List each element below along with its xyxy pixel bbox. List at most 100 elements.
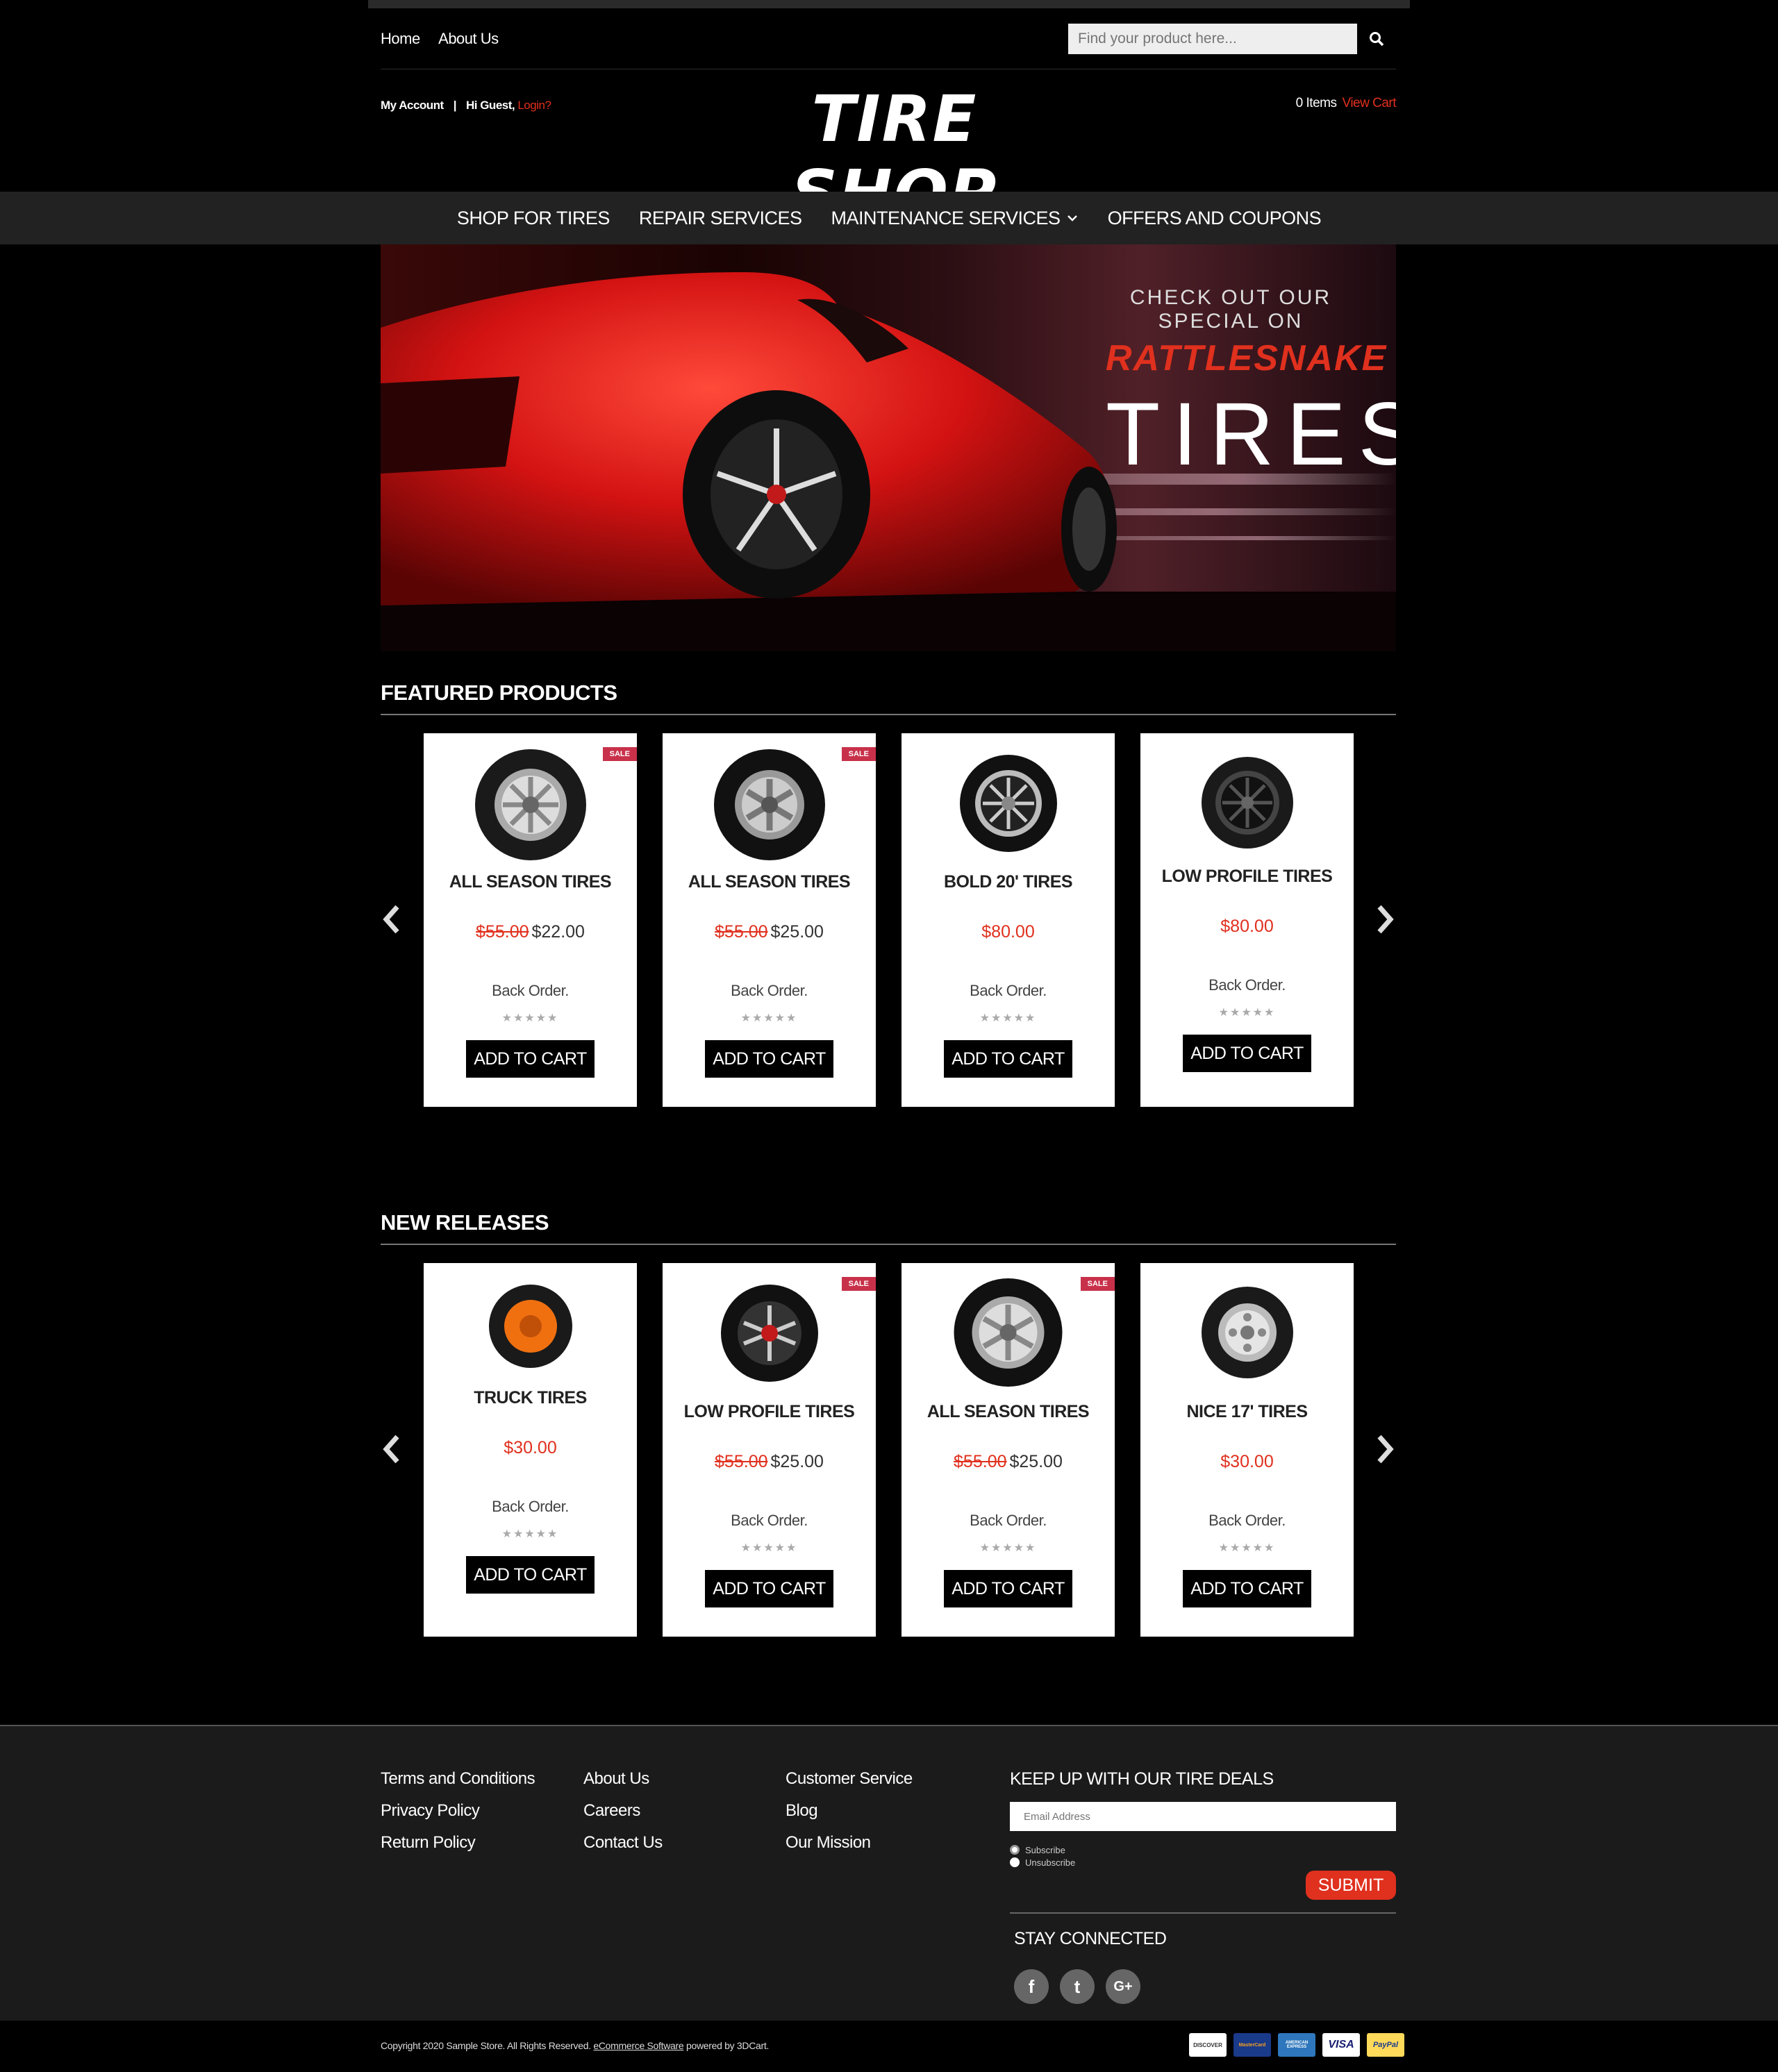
old-price: $55.00 (715, 1452, 768, 1471)
product-name[interactable]: ALL SEASON TIRES (424, 872, 637, 892)
newsletter-title: KEEP UP WITH OUR TIRE DEALS (1010, 1769, 1274, 1789)
add-to-cart-button[interactable]: ADD TO CART (705, 1570, 833, 1607)
banner-line3: TIRES (1106, 385, 1396, 484)
product-name[interactable]: ALL SEASON TIRES (902, 1402, 1115, 1422)
product-name[interactable]: LOW PROFILE TIRES (1140, 867, 1354, 887)
discover-icon: DISCOVER (1189, 2033, 1227, 2057)
sale-badge: SALE (602, 747, 637, 761)
chevron-left-icon[interactable] (381, 904, 401, 935)
nav-repair-services[interactable]: REPAIR SERVICES (639, 208, 802, 229)
product-cards: SALE ALL SEASON TIRES $55.00 $22.00 Back … (424, 733, 1379, 1107)
tire-image (720, 1285, 818, 1382)
email-field[interactable] (1010, 1802, 1396, 1831)
main-nav: SHOP FOR TIRES REPAIR SERVICES MAINTENAN… (0, 192, 1778, 244)
footer-link-contact[interactable]: Contact Us (583, 1833, 663, 1853)
top-bar: Home About Us (381, 8, 1396, 69)
subscribe-radio[interactable]: Subscribe (1010, 1844, 1396, 1856)
footer-link-terms[interactable]: Terms and Conditions (381, 1769, 535, 1789)
stock-status: Back Order. (492, 982, 569, 999)
home-link[interactable]: Home (381, 30, 420, 47)
sale-badge: SALE (1080, 1277, 1115, 1291)
add-to-cart-button[interactable]: ADD TO CART (466, 1556, 595, 1594)
product-price: $30.00 (424, 1438, 637, 1458)
product-card[interactable]: SALE ALL SEASON TIRES $55.00 $25.00 Back … (902, 1263, 1115, 1637)
footer-link-careers[interactable]: Careers (583, 1801, 663, 1821)
footer-column-support: Customer Service Blog Our Mission (786, 1769, 913, 1865)
old-price: $55.00 (476, 922, 529, 942)
payment-methods: DISCOVER MasterCard AMERICAN EXPRESS VIS… (1182, 2033, 1404, 2057)
product-card[interactable]: SALE LOW PROFILE TIRES $55.00 $25.00 Back… (663, 1263, 876, 1637)
rating-stars: ★★★★★ (1218, 1007, 1276, 1019)
footer-link-privacy[interactable]: Privacy Policy (381, 1801, 535, 1821)
submit-button[interactable]: SUBMIT (1306, 1871, 1396, 1900)
add-to-cart-button[interactable]: ADD TO CART (944, 1040, 1072, 1078)
search-button[interactable] (1357, 24, 1396, 54)
twitter-icon[interactable]: t (1060, 1969, 1095, 2004)
newsletter: KEEP UP WITH OUR TIRE DEALS Subscribe Un… (1010, 1769, 1396, 2004)
tire-image (1201, 757, 1293, 849)
social-links: f t G+ (1014, 1969, 1152, 2004)
chevron-left-icon[interactable] (381, 1434, 401, 1464)
nav-offers-and-coupons[interactable]: OFFERS AND COUPONS (1108, 208, 1322, 229)
add-to-cart-button[interactable]: ADD TO CART (1183, 1570, 1311, 1607)
stock-status: Back Order. (1208, 1512, 1286, 1529)
view-cart-link[interactable]: View Cart (1342, 96, 1396, 110)
tire-image (1201, 1287, 1293, 1378)
price: $80.00 (1220, 917, 1274, 936)
search-input[interactable] (1068, 23, 1357, 54)
footer-link-return[interactable]: Return Policy (381, 1833, 535, 1853)
facebook-icon[interactable]: f (1014, 1969, 1049, 2004)
product-name[interactable]: TRUCK TIRES (424, 1388, 637, 1408)
product-name[interactable]: LOW PROFILE TIRES (663, 1402, 876, 1422)
nav-label: REPAIR SERVICES (638, 207, 802, 228)
product-name[interactable]: BOLD 20' TIRES (902, 872, 1115, 892)
add-to-cart-button[interactable]: ADD TO CART (944, 1570, 1072, 1607)
radio-label: Subscribe (1025, 1844, 1065, 1855)
price: $80.00 (981, 922, 1035, 942)
rating-stars: ★★★★★ (979, 1542, 1037, 1554)
stock-status: Back Order. (731, 982, 808, 999)
about-us-link[interactable]: About Us (438, 30, 499, 47)
unsubscribe-radio[interactable]: Unsubscribe (1010, 1856, 1396, 1869)
add-to-cart-button[interactable]: ADD TO CART (1183, 1035, 1311, 1072)
stock-status: Back Order. (970, 1512, 1047, 1529)
add-to-cart-button[interactable]: ADD TO CART (466, 1040, 595, 1078)
ecommerce-software-link[interactable]: eCommerce Software (593, 2040, 683, 2051)
product-card[interactable]: SALE ALL SEASON TIRES $55.00 $25.00 Back … (663, 733, 876, 1107)
featured-carousel: SALE ALL SEASON TIRES $55.00 $22.00 Back … (381, 733, 1396, 1108)
subscribe-options: Subscribe Unsubscribe (1010, 1844, 1396, 1869)
login-link[interactable]: Login? (517, 99, 551, 112)
product-card[interactable]: SALE ALL SEASON TIRES $55.00 $22.00 Back … (424, 733, 637, 1107)
visa-icon: VISA (1322, 2033, 1360, 2057)
tire-image (474, 749, 586, 860)
radio-dot (1010, 1857, 1020, 1867)
sale-price: $22.00 (531, 922, 585, 942)
tire-image (713, 749, 825, 860)
product-card[interactable]: BOLD 20' TIRES $80.00 Back Order. ★★★★★ … (902, 733, 1115, 1107)
sale-price: $25.00 (1009, 1452, 1063, 1471)
hero-banner[interactable]: CHECK OUT OUR SPECIAL ON RATTLESNAKE TIR… (381, 244, 1396, 651)
banner-text: CHECK OUT OUR SPECIAL ON RATTLESNAKE TIR… (1106, 286, 1396, 485)
footer-column-company: About Us Careers Contact Us (583, 1769, 663, 1865)
footer-link-about[interactable]: About Us (583, 1769, 663, 1789)
stay-connected-title: STAY CONNECTED (1014, 1929, 1167, 1948)
nav-maintenance-services[interactable]: MAINTENANCE SERVICES (831, 208, 1079, 229)
product-name[interactable]: NICE 17' TIRES (1140, 1402, 1354, 1422)
nav-label: MAINTENANCE SERVICES (831, 207, 1061, 228)
chevron-right-icon[interactable] (1375, 1434, 1396, 1464)
footer-link-mission[interactable]: Our Mission (786, 1833, 913, 1853)
chevron-right-icon[interactable] (1375, 904, 1396, 935)
separator: | (453, 99, 457, 112)
google-plus-icon[interactable]: G+ (1106, 1969, 1140, 2004)
nav-shop-for-tires[interactable]: SHOP FOR TIRES (457, 208, 610, 229)
product-card[interactable]: LOW PROFILE TIRES $80.00 Back Order. ★★★… (1140, 733, 1354, 1107)
add-to-cart-button[interactable]: ADD TO CART (705, 1040, 833, 1078)
footer: Terms and Conditions Privacy Policy Retu… (0, 1725, 1778, 2021)
product-card[interactable]: TRUCK TIRES $30.00 Back Order. ★★★★★ ADD… (424, 1263, 637, 1637)
footer-link-customer-service[interactable]: Customer Service (786, 1769, 913, 1789)
banner-line2: RATTLESNAKE (1106, 338, 1388, 378)
product-name[interactable]: ALL SEASON TIRES (663, 872, 876, 892)
footer-link-blog[interactable]: Blog (786, 1801, 913, 1821)
product-card[interactable]: NICE 17' TIRES $30.00 Back Order. ★★★★★ … (1140, 1263, 1354, 1637)
my-account-link[interactable]: My Account (381, 99, 444, 112)
